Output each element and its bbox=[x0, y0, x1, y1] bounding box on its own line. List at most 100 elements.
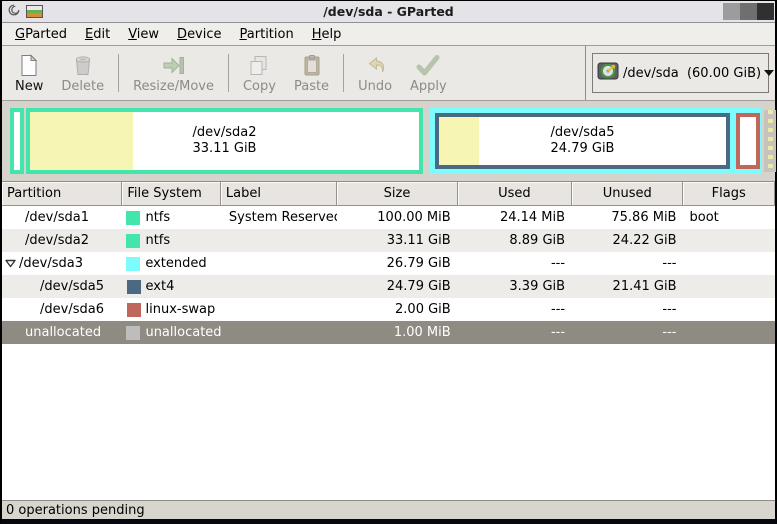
device-selector-panel: /dev/sda (60.00 GiB) bbox=[585, 46, 775, 100]
cell-unused: 21.41 GiB bbox=[612, 279, 677, 294]
status-text: 0 operations pending bbox=[6, 502, 145, 518]
undo-button[interactable]: Undo bbox=[349, 49, 401, 97]
copy-icon bbox=[247, 52, 271, 78]
partition-name: /dev/sda3 bbox=[19, 256, 83, 271]
cell-label bbox=[221, 298, 337, 321]
apply-button-label: Apply bbox=[410, 79, 447, 94]
toolbar-separator bbox=[227, 54, 229, 92]
new-button[interactable]: New bbox=[6, 49, 52, 97]
maximize-button[interactable] bbox=[740, 3, 757, 20]
paste-clipboard-icon bbox=[300, 52, 324, 78]
table-row-dev-sda5[interactable]: /dev/sda5 ext4 24.79 GiB 3.39 GiB 21.41 GiB bbox=[2, 275, 775, 298]
paste-button-label: Paste bbox=[293, 79, 330, 94]
filesystem-color-swatch bbox=[126, 325, 141, 340]
table-body: /dev/sda1 ntfs System Reserved 100.00 MiB 24… bbox=[2, 206, 775, 344]
menu-item-gparted[interactable]: GParted bbox=[6, 25, 76, 44]
cell-flags bbox=[683, 229, 775, 252]
cell-size: 26.79 GiB bbox=[386, 256, 451, 271]
cell-used: --- bbox=[550, 256, 566, 271]
cell-unused: 75.86 MiB bbox=[611, 210, 677, 225]
partition-name: /dev/sda5 bbox=[40, 279, 104, 294]
column-header-used: Used bbox=[457, 182, 573, 206]
cell-label bbox=[221, 275, 337, 298]
filesystem-color-swatch bbox=[126, 279, 141, 294]
resize-move-button[interactable]: Resize/Move bbox=[124, 49, 223, 97]
title-bar[interactable]: /dev/sda - GParted bbox=[2, 1, 775, 23]
expander-open-icon[interactable] bbox=[2, 259, 19, 268]
window-menu-swirl-icon[interactable] bbox=[7, 3, 21, 21]
cell-size: 2.00 GiB bbox=[395, 302, 451, 317]
filesystem-type: unallocated bbox=[145, 325, 221, 340]
disk-segment-label: /dev/sda5 24.79 GiB bbox=[550, 125, 615, 156]
menu-item-help[interactable]: Help bbox=[303, 25, 351, 44]
table-empty-area bbox=[2, 344, 775, 500]
column-header-unused: Unused bbox=[572, 182, 684, 206]
undo-arrow-icon bbox=[363, 52, 387, 78]
disk-segment-sda6[interactable] bbox=[736, 113, 760, 169]
copy-button[interactable]: Copy bbox=[234, 49, 285, 97]
cell-unused: 24.22 GiB bbox=[612, 233, 677, 248]
disk-visual-bar: /dev/sda2 33.11 GiB/dev/sda5 24.79 GiB bbox=[8, 108, 776, 174]
column-header-size: Size bbox=[337, 182, 458, 206]
menu-item-edit[interactable]: Edit bbox=[76, 25, 119, 44]
partition-name: /dev/sda6 bbox=[40, 302, 104, 317]
cell-used: --- bbox=[550, 325, 566, 340]
filesystem-color-swatch bbox=[126, 256, 141, 271]
apply-button[interactable]: Apply bbox=[401, 49, 456, 97]
disk-segment-sda1[interactable] bbox=[10, 108, 24, 174]
cell-label bbox=[221, 252, 337, 275]
trash-icon bbox=[71, 52, 95, 78]
cell-unused: --- bbox=[662, 302, 677, 317]
filesystem-type: ntfs bbox=[145, 233, 171, 248]
minimize-button[interactable] bbox=[723, 3, 740, 20]
table-row-unallocated[interactable]: unallocated unallocated 1.00 MiB --- --- bbox=[2, 321, 775, 344]
menu-item-device[interactable]: Device bbox=[168, 25, 230, 44]
window-controls bbox=[715, 3, 775, 20]
partition-name: /dev/sda2 bbox=[25, 233, 89, 248]
new-document-icon bbox=[17, 52, 41, 78]
delete-button-label: Delete bbox=[61, 79, 105, 94]
menu-item-view[interactable]: View bbox=[119, 25, 168, 44]
delete-button[interactable]: Delete bbox=[52, 49, 113, 97]
filesystem-color-swatch bbox=[126, 210, 141, 225]
hard-disk-icon bbox=[597, 61, 619, 85]
column-header-flags: Flags bbox=[683, 182, 775, 206]
filesystem-type: ext4 bbox=[145, 279, 175, 294]
close-button[interactable] bbox=[757, 3, 774, 20]
partition-name: unallocated bbox=[25, 325, 102, 340]
disk-segment-sda2[interactable]: /dev/sda2 33.11 GiB bbox=[26, 108, 423, 174]
device-selector-dropdown[interactable]: /dev/sda (60.00 GiB) bbox=[592, 53, 775, 93]
cell-flags: boot bbox=[689, 210, 719, 225]
filesystem-type: linux-swap bbox=[145, 302, 216, 317]
cell-used: 8.89 GiB bbox=[509, 233, 566, 248]
cell-used: 3.39 GiB bbox=[509, 279, 566, 294]
gparted-window: /dev/sda - GParted GParted Edit View Device… bbox=[0, 0, 777, 524]
table-row-dev-sda1[interactable]: /dev/sda1 ntfs System Reserved 100.00 MiB 24… bbox=[2, 206, 775, 229]
disk-segment-sda5[interactable]: /dev/sda5 24.79 GiB bbox=[435, 113, 730, 169]
window-title: /dev/sda - GParted bbox=[323, 4, 454, 19]
column-header-label: Label bbox=[220, 182, 338, 206]
cell-label: System Reserved bbox=[228, 210, 338, 225]
partition-table: Partition File System Label Size Used Unused F… bbox=[2, 181, 775, 500]
cell-flags bbox=[684, 275, 776, 298]
cell-flags bbox=[683, 321, 775, 344]
chevron-down-icon bbox=[764, 70, 775, 76]
partition-name: /dev/sda1 bbox=[25, 210, 89, 225]
paste-button[interactable]: Paste bbox=[285, 49, 338, 97]
table-row-dev-sda2[interactable]: /dev/sda2 ntfs 33.11 GiB 8.89 GiB 24.22 GiB bbox=[2, 229, 775, 252]
resize-arrow-icon bbox=[161, 52, 187, 78]
toolbar-separator bbox=[343, 54, 345, 92]
disk-segment-unallocated-strip[interactable] bbox=[764, 110, 776, 172]
table-row-dev-sda6[interactable]: /dev/sda6 linux-swap 2.00 GiB --- --- bbox=[2, 298, 775, 321]
table-row-dev-sda3[interactable]: /dev/sda3 extended 26.79 GiB --- --- bbox=[2, 252, 775, 275]
disk-segment-sda3-extended[interactable]: /dev/sda5 24.79 GiB bbox=[430, 108, 761, 174]
status-bar: 0 operations pending bbox=[2, 500, 775, 519]
toolbar-buttons: New Delete Resize/Move Copy Paste Undo Apply bbox=[2, 46, 585, 100]
table-header: Partition File System Label Size Used Unused F… bbox=[2, 182, 775, 206]
cell-flags bbox=[684, 298, 776, 321]
menu-bar: GParted Edit View Device Partition Help bbox=[2, 23, 775, 46]
menu-item-partition[interactable]: Partition bbox=[231, 25, 303, 44]
cell-unused: --- bbox=[662, 325, 677, 340]
filesystem-type: extended bbox=[145, 256, 207, 271]
cell-unused: --- bbox=[662, 256, 677, 271]
